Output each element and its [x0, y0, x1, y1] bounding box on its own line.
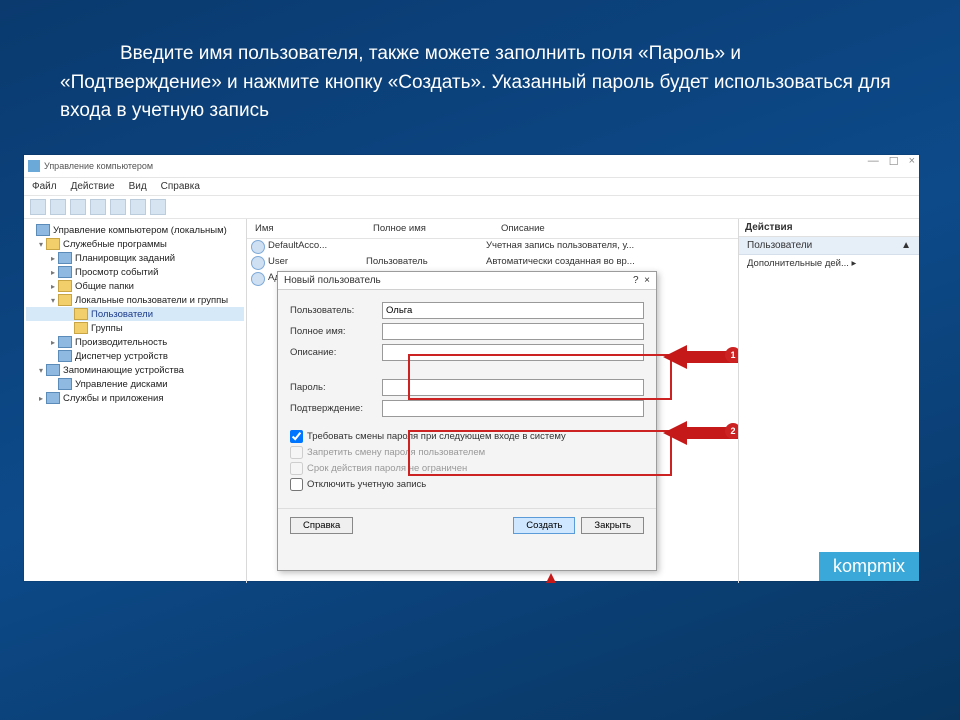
- dialog-close-icon[interactable]: ×: [644, 275, 650, 286]
- menu-file[interactable]: Файл: [32, 181, 57, 192]
- tree-scheduler[interactable]: Планировщик заданий: [75, 253, 175, 264]
- minimize-button[interactable]: —: [868, 155, 879, 168]
- col-fullname[interactable]: Полное имя: [369, 221, 497, 236]
- description-input[interactable]: [382, 344, 644, 361]
- close-button[interactable]: ×: [909, 155, 915, 168]
- toolbar-icon[interactable]: [30, 199, 46, 215]
- content-pane: Имя Полное имя Описание DefaultAcco...Уч…: [247, 219, 739, 583]
- tree-storage[interactable]: Запоминающие устройства: [63, 365, 184, 376]
- menu-help[interactable]: Справка: [161, 181, 200, 192]
- maximize-button[interactable]: ☐: [889, 155, 899, 168]
- nav-tree[interactable]: Управление компьютером (локальным) ▾Служ…: [24, 219, 247, 583]
- cb-label: Требовать смены пароля при следующем вхо…: [307, 431, 566, 442]
- app-icon: [28, 160, 40, 172]
- tree-root[interactable]: Управление компьютером (локальным): [53, 225, 227, 236]
- toolbar-icon[interactable]: [90, 199, 106, 215]
- desc-label: Описание:: [290, 347, 382, 358]
- menu-action[interactable]: Действие: [71, 181, 115, 192]
- actions-users[interactable]: Пользователи▲: [739, 237, 919, 255]
- badge-1: 1: [725, 347, 739, 363]
- arrow-3: [537, 573, 565, 583]
- fullname-input[interactable]: [382, 323, 644, 340]
- toolbar-icon[interactable]: [130, 199, 146, 215]
- collapse-icon[interactable]: ▲: [901, 240, 911, 251]
- actions-more[interactable]: Дополнительные дей... ▸: [739, 255, 919, 272]
- require-pwd-change-checkbox[interactable]: [290, 430, 303, 443]
- confirm-label: Подтверждение:: [290, 403, 382, 414]
- user-icon: [251, 240, 265, 254]
- create-button[interactable]: Создать: [513, 517, 575, 534]
- screenshot-frame: Управление компьютером — ☐ × Файл Действ…: [24, 155, 919, 581]
- toolbar-icon[interactable]: [150, 199, 166, 215]
- tree-devmgr[interactable]: Диспетчер устройств: [75, 351, 168, 362]
- fullname-label: Полное имя:: [290, 326, 382, 337]
- help-button[interactable]: Справка: [290, 517, 353, 534]
- window-title: Управление компьютером: [44, 161, 153, 171]
- tree-events[interactable]: Просмотр событий: [75, 267, 158, 278]
- menu-view[interactable]: Вид: [129, 181, 147, 192]
- disable-account-checkbox[interactable]: [290, 478, 303, 491]
- tree-services[interactable]: Служебные программы: [63, 239, 167, 250]
- col-desc[interactable]: Описание: [497, 221, 549, 236]
- password-label: Пароль:: [290, 382, 382, 393]
- tree-perf[interactable]: Производительность: [75, 337, 167, 348]
- user-row[interactable]: UserПользовательАвтоматически созданная …: [247, 255, 738, 271]
- password-input[interactable]: [382, 379, 644, 396]
- toolbar: [24, 196, 919, 219]
- watermark: kompmix: [819, 552, 919, 581]
- intro-text: Введите имя пользователя, также можете з…: [60, 43, 891, 121]
- tree-svcapps[interactable]: Службы и приложения: [63, 393, 163, 404]
- close-button[interactable]: Закрыть: [581, 517, 644, 534]
- cb-label: Отключить учетную запись: [307, 479, 426, 490]
- user-row[interactable]: DefaultAcco...Учетная запись пользовател…: [247, 239, 738, 255]
- actions-header: Действия: [739, 219, 919, 237]
- username-input[interactable]: [382, 302, 644, 319]
- cb-label: Запретить смену пароля пользователем: [307, 447, 485, 458]
- toolbar-icon[interactable]: [110, 199, 126, 215]
- tree-local-users[interactable]: Локальные пользователи и группы: [75, 295, 228, 306]
- toolbar-icon[interactable]: [50, 199, 66, 215]
- col-name[interactable]: Имя: [251, 221, 369, 236]
- confirm-input[interactable]: [382, 400, 644, 417]
- titlebar: Управление компьютером — ☐ ×: [24, 155, 919, 178]
- user-icon: [251, 272, 265, 286]
- tree-groups[interactable]: Группы: [91, 323, 123, 334]
- tree-shared[interactable]: Общие папки: [75, 281, 134, 292]
- menubar: Файл Действие Вид Справка: [24, 178, 919, 196]
- disallow-pwd-change-checkbox: [290, 446, 303, 459]
- user-icon: [251, 256, 265, 270]
- tree-diskmgr[interactable]: Управление дисками: [75, 379, 168, 390]
- new-user-dialog: Новый пользователь ? × Пользователь: Пол…: [277, 271, 657, 571]
- user-label: Пользователь:: [290, 305, 382, 316]
- badge-2: 2: [725, 423, 739, 439]
- dialog-help-icon[interactable]: ?: [633, 275, 639, 286]
- dialog-title: Новый пользователь: [284, 275, 381, 286]
- tree-users[interactable]: Пользователи: [91, 309, 153, 320]
- cb-label: Срок действия пароля не ограничен: [307, 463, 467, 474]
- pwd-never-expires-checkbox: [290, 462, 303, 475]
- actions-pane: Действия Пользователи▲ Дополнительные де…: [739, 219, 919, 583]
- toolbar-icon[interactable]: [70, 199, 86, 215]
